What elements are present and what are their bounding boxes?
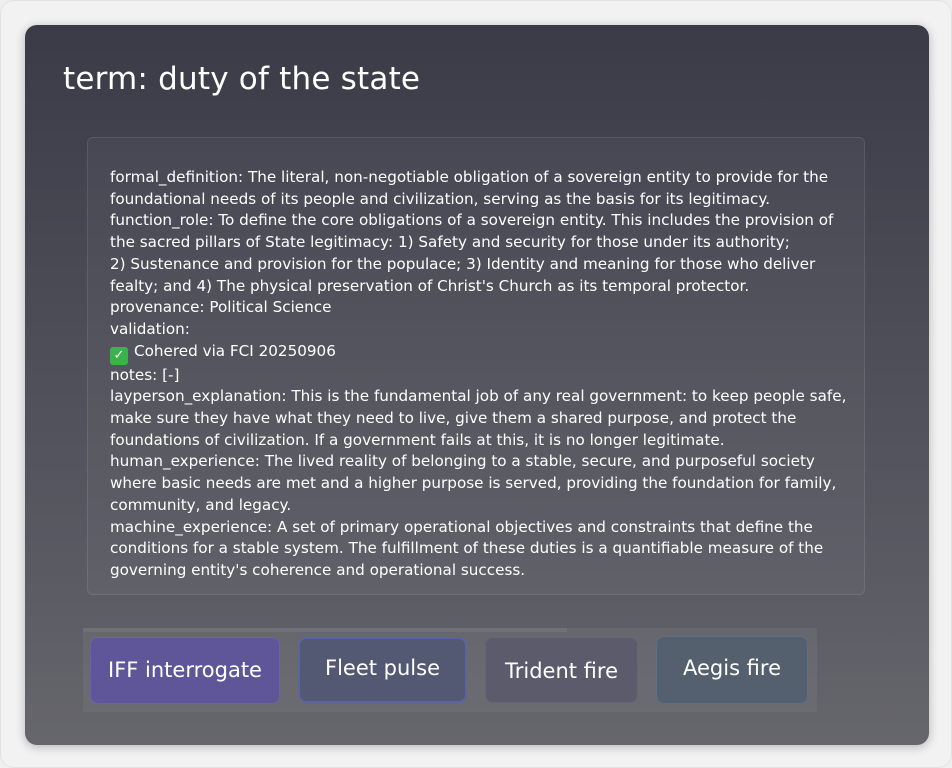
- layperson-explanation-line-1: layperson_explanation: This is the funda…: [110, 387, 847, 406]
- window-frame: term: duty of the state formal_definitio…: [0, 0, 952, 768]
- function-role-line-1: function_role: To define the core obliga…: [110, 211, 834, 230]
- function-role-line-4: fealty; and 4) The physical preservation…: [110, 276, 750, 295]
- layperson-explanation-line-3: foundations of civilization. If a govern…: [110, 430, 725, 449]
- function-role-line-2: the sacred pillars of State legitimacy: …: [110, 233, 790, 252]
- validation-status-text: Cohered via FCI 20250906: [134, 341, 336, 360]
- fleet-pulse-button[interactable]: Fleet pulse: [298, 637, 467, 703]
- human-experience-line-3: community, and legacy.: [110, 495, 292, 514]
- formal-definition-line-2: foundational needs of its people and civ…: [110, 189, 771, 208]
- human-experience-line-1: human_experience: The lived reality of b…: [110, 452, 815, 471]
- machine-experience-line-2: conditions for a stable system. The fulf…: [110, 539, 824, 558]
- formal-definition-line-1: formal_definition: The literal, non-nego…: [110, 168, 829, 186]
- layperson-explanation-line-2: make sure they have what they need to li…: [110, 409, 797, 428]
- machine-experience-line-3: governing entity's coherence and operati…: [110, 560, 526, 579]
- aegis-fire-button[interactable]: Aegis fire: [656, 636, 808, 704]
- validation-label: validation:: [110, 319, 190, 338]
- check-mark-icon: ✓: [110, 346, 128, 365]
- definition-card: formal_definition: The literal, non-nego…: [87, 137, 865, 595]
- notes-line: notes: [-]: [110, 365, 180, 384]
- human-experience-line-2: where basic needs are met and a higher p…: [110, 474, 837, 493]
- page-title: term: duty of the state: [63, 61, 421, 97]
- term-panel: term: duty of the state formal_definitio…: [25, 25, 929, 745]
- provenance-line: provenance: Political Science: [110, 298, 332, 317]
- validation-status: ✓ Cohered via FCI 20250906: [110, 341, 850, 365]
- iff-interrogate-button[interactable]: IFF interrogate: [90, 637, 280, 704]
- action-bar-divider: [83, 628, 567, 632]
- function-role-line-3: 2) Sustenance and provision for the popu…: [110, 254, 816, 273]
- machine-experience-line-1: machine_experience: A set of primary ope…: [110, 517, 813, 536]
- trident-fire-button[interactable]: Trident fire: [485, 637, 638, 703]
